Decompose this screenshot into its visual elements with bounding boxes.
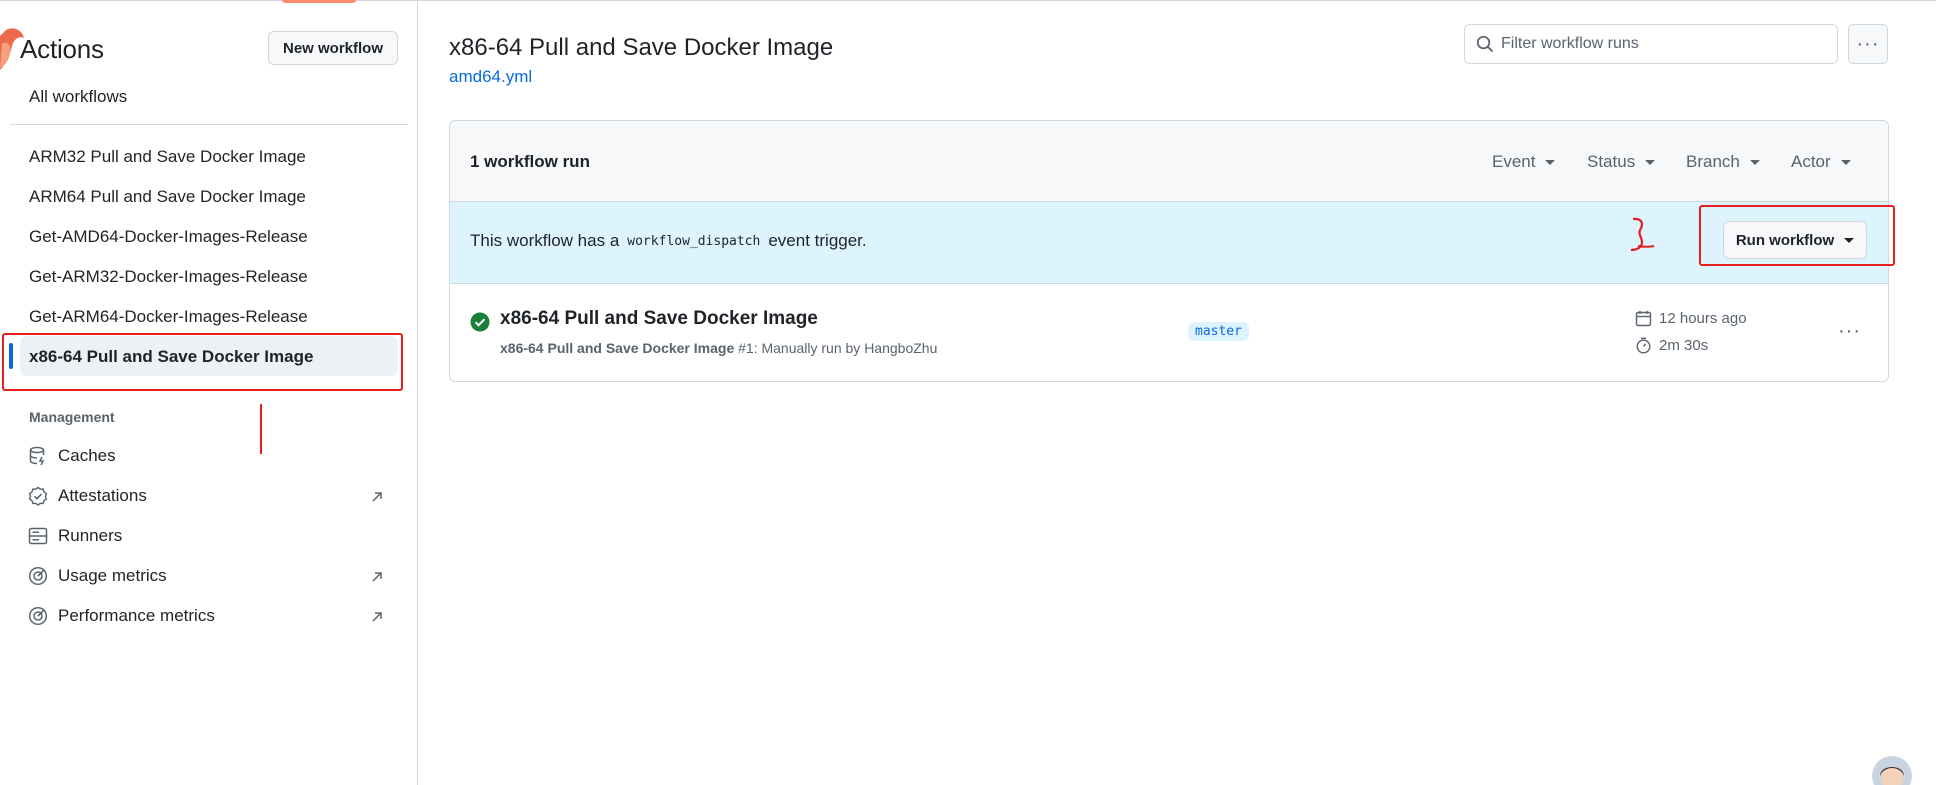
sidebar-item-all-workflows[interactable]: All workflows: [29, 87, 127, 107]
run-kebab-menu-button[interactable]: ···: [1838, 320, 1861, 343]
sidebar-item-workflow[interactable]: ARM64 Pull and Save Docker Image: [29, 187, 306, 207]
sidebar-item-workflow[interactable]: Get-AMD64-Docker-Images-Release: [29, 227, 308, 247]
management-heading: Management: [29, 409, 115, 425]
performance-metrics-label: Performance metrics: [58, 606, 215, 625]
avatar-icon: [1872, 756, 1912, 785]
actor-filter-label: Actor: [1791, 152, 1831, 171]
annotation-bracket-mark: [1630, 217, 1655, 252]
chevron-down-icon: [1545, 159, 1556, 165]
run-title-link[interactable]: x86-64 Pull and Save Docker Image: [500, 308, 818, 330]
meter-icon: [28, 606, 48, 626]
sidebar-item-workflow[interactable]: ARM32 Pull and Save Docker Image: [29, 147, 306, 167]
success-check-icon: [470, 312, 490, 332]
external-link-icon: [372, 492, 382, 502]
page-root: Actions New workflow All workflows ARM32…: [0, 0, 1936, 785]
sidebar-item-caches[interactable]: Caches: [28, 444, 116, 468]
run-duration: 2m 30s: [1635, 337, 1708, 354]
chevron-down-icon: [1645, 159, 1656, 165]
time-ago-label: 12 hours ago: [1659, 310, 1747, 327]
search-icon: [1476, 35, 1494, 53]
page-title: Actions: [20, 34, 104, 64]
calendar-icon: [1635, 310, 1652, 327]
attestations-label: Attestations: [58, 486, 147, 505]
status-filter-dropdown[interactable]: Status: [1587, 152, 1656, 172]
avatar[interactable]: [1872, 756, 1912, 785]
runners-label: Runners: [58, 526, 123, 545]
sidebar-item-workflow[interactable]: Get-ARM64-Docker-Images-Release: [29, 307, 308, 327]
dispatch-text-after: event trigger.: [768, 231, 867, 250]
verified-icon: [28, 486, 48, 506]
stopwatch-icon: [1636, 337, 1651, 354]
actor-filter-dropdown[interactable]: Actor: [1791, 152, 1851, 172]
sidebar-item-runners[interactable]: Runners: [28, 524, 122, 548]
sidebar-item-workflow[interactable]: Get-ARM32-Docker-Images-Release: [29, 267, 308, 287]
duration-label: 2m 30s: [1659, 337, 1709, 354]
annotation-mark: [260, 404, 262, 454]
meter-icon: [28, 566, 48, 586]
run-meta: x86-64 Pull and Save Docker Image #1: Ma…: [500, 340, 937, 356]
workflow-title: x86-64 Pull and Save Docker Image: [449, 34, 834, 61]
workflow-runs-box: 1 workflow run Event Status Branch Actor…: [449, 120, 1889, 382]
dispatch-message: This workflow has a workflow_dispatch ev…: [470, 231, 867, 251]
chevron-down-icon: [1749, 159, 1760, 165]
kebab-icon: ···: [1856, 32, 1880, 55]
filter-runs-input[interactable]: Filter workflow runs: [1464, 24, 1838, 64]
dispatch-text-before: This workflow has a: [470, 231, 620, 250]
sidebar: Actions New workflow All workflows ARM32…: [0, 0, 418, 785]
server-icon: [28, 527, 48, 545]
sidebar-item-attestations[interactable]: Attestations: [28, 484, 147, 508]
workflow-dispatch-banner: This workflow has a workflow_dispatch ev…: [450, 202, 1888, 284]
event-filter-label: Event: [1492, 152, 1536, 171]
new-workflow-button[interactable]: New workflow: [268, 31, 398, 65]
runs-header: 1 workflow run Event Status Branch Actor: [450, 121, 1888, 202]
sidebar-item-usage-metrics[interactable]: Usage metrics: [28, 564, 167, 588]
branch-badge[interactable]: master: [1188, 322, 1249, 341]
external-link-icon: [372, 572, 382, 582]
run-meta-detail: #1: Manually run by HangboZhu: [738, 340, 938, 356]
kebab-icon: ···: [1838, 320, 1861, 342]
workflow-run-row[interactable]: x86-64 Pull and Save Docker Image x86-64…: [450, 284, 1888, 381]
sidebar-divider: [10, 124, 408, 125]
sidebar-item-performance-metrics[interactable]: Performance metrics: [28, 604, 215, 628]
runs-count: 1 workflow run: [470, 152, 590, 171]
run-time-ago: 12 hours ago: [1635, 310, 1747, 327]
event-filter-dropdown[interactable]: Event: [1492, 152, 1556, 172]
status-filter-label: Status: [1587, 152, 1636, 171]
branch-filter-dropdown[interactable]: Branch: [1686, 152, 1760, 172]
annotation-box-run-workflow: [1699, 205, 1895, 266]
run-meta-workflow: x86-64 Pull and Save Docker Image: [500, 340, 735, 356]
annotation-box-selected-workflow: [2, 333, 403, 391]
workflow-file-link[interactable]: amd64.yml: [449, 67, 532, 87]
external-link-icon: [372, 612, 382, 622]
database-icon: [29, 446, 45, 466]
branch-filter-label: Branch: [1686, 152, 1740, 171]
chevron-down-icon: [1840, 159, 1851, 165]
dispatch-code: workflow_dispatch: [627, 233, 761, 249]
caches-label: Caches: [58, 446, 116, 465]
usage-metrics-label: Usage metrics: [58, 566, 167, 585]
kebab-menu-button[interactable]: ···: [1848, 24, 1888, 64]
